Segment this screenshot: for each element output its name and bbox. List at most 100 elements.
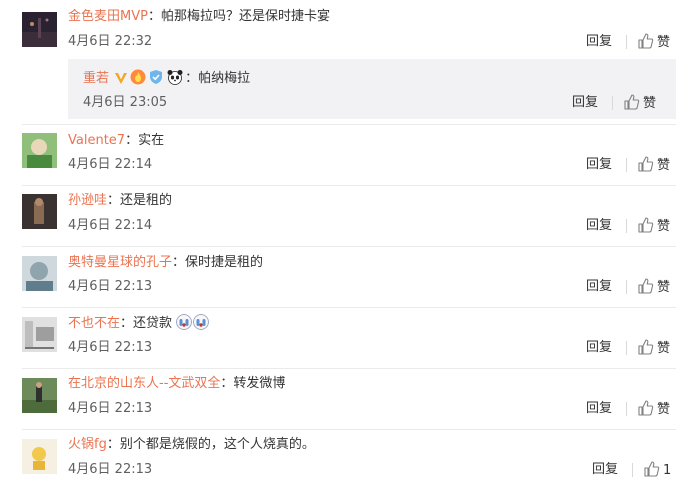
- comment-time: 4月6日 22:32: [68, 34, 153, 49]
- comment-item: 不也不在：还贷款 4月6日 22:13 回复 赞: [0, 308, 700, 368]
- sub-reply-text: 帕纳梅拉: [198, 71, 251, 86]
- colon: ：: [106, 437, 120, 452]
- reply-button[interactable]: 回复: [592, 461, 618, 479]
- shield-badge-icon: [150, 70, 163, 84]
- thumbs-up-icon: [624, 94, 640, 110]
- comment-time: 4月6日 22:13: [68, 401, 153, 416]
- comment-username[interactable]: 在北京的山东人--文武双全: [68, 376, 220, 391]
- thumbs-up-icon: [644, 461, 660, 477]
- sub-reply-time: 4月6日 23:05: [83, 95, 168, 110]
- avatar-image: [22, 256, 57, 291]
- reply-button[interactable]: 回复: [586, 217, 612, 235]
- comment-line: 不也不在：还贷款: [68, 314, 210, 333]
- like-label: 赞: [657, 402, 671, 417]
- comment-line: 火锅fg：别个都是烧假的，这个人烧真的。: [68, 436, 315, 454]
- comment-item: 奥特曼星球的孔子：保时捷是租的 4月6日 22:13 回复 赞: [0, 247, 700, 307]
- comment-username[interactable]: 火锅fg: [68, 437, 107, 452]
- comment-text: 别个都是烧假的，这个人烧真的。: [119, 437, 315, 452]
- like-button[interactable]: 1: [644, 461, 671, 480]
- comment-line: 在北京的山东人--文武双全：转发微博: [68, 375, 285, 393]
- avatar[interactable]: [22, 133, 57, 168]
- thumbs-up-icon: [638, 339, 654, 355]
- comment-text: 帕那梅拉吗？还是保时捷卡宴: [160, 9, 330, 24]
- thumbs-up-icon: [638, 217, 654, 233]
- thumbs-up-icon: [638, 278, 654, 294]
- reply-button[interactable]: 回复: [586, 33, 612, 51]
- like-count: 1: [663, 463, 672, 478]
- comment-time: 4月6日 22:13: [68, 340, 153, 355]
- thumbs-up-icon: [638, 400, 654, 416]
- like-label: 赞: [657, 219, 671, 234]
- like-button[interactable]: 赞: [638, 400, 670, 419]
- sub-reply-line: 重若 ：帕纳梅拉: [83, 69, 250, 88]
- avatar[interactable]: [22, 317, 57, 352]
- comment-line: Valente7：实在: [68, 132, 164, 150]
- avatar-image: [22, 317, 57, 352]
- comment-line: 孙逊哇：还是租的: [68, 192, 172, 210]
- comment-username[interactable]: Valente7: [68, 133, 125, 148]
- like-label: 赞: [657, 341, 671, 356]
- like-button[interactable]: 赞: [638, 339, 670, 358]
- comment-item: 在北京的山东人--文武双全：转发微博 4月6日 22:13 回复 赞: [0, 369, 700, 429]
- comment-line: 金色麦田MVP：帕那梅拉吗？还是保时捷卡宴: [68, 8, 330, 26]
- reply-button[interactable]: 回复: [586, 156, 612, 174]
- reply-button[interactable]: 回复: [586, 339, 612, 357]
- colon: ：: [107, 193, 121, 208]
- like-button[interactable]: 赞: [638, 156, 670, 175]
- action-separator: [626, 402, 627, 416]
- like-button[interactable]: 赞: [638, 33, 670, 52]
- action-separator: [626, 158, 627, 172]
- comment-username[interactable]: 金色麦田MVP: [68, 9, 148, 24]
- comment-username[interactable]: 奥特曼星球的孔子: [68, 255, 172, 270]
- comment-time: 4月6日 22:13: [68, 279, 153, 294]
- avatar[interactable]: [22, 256, 57, 291]
- reply-button[interactable]: 回复: [586, 278, 612, 296]
- comment-text: 保时捷是租的: [185, 255, 264, 270]
- action-separator: [612, 96, 613, 110]
- avatar-image: [22, 133, 57, 168]
- avatar-image: [22, 194, 57, 229]
- comment-line: 奥特曼星球的孔子：保时捷是租的: [68, 254, 263, 272]
- avatar[interactable]: [22, 12, 57, 47]
- action-separator: [626, 219, 627, 233]
- like-button[interactable]: 赞: [638, 278, 670, 297]
- sub-reply-like-button[interactable]: 赞: [624, 94, 656, 113]
- comment-username[interactable]: 不也不在: [68, 316, 120, 331]
- crying-face-emoji-icon: [176, 314, 193, 330]
- sub-reply-username[interactable]: 重若: [83, 71, 109, 86]
- colon: ：: [147, 9, 161, 24]
- reply-button[interactable]: 回复: [586, 400, 612, 418]
- avatar[interactable]: [22, 439, 57, 474]
- action-separator: [626, 341, 627, 355]
- comment-text: 还贷款: [133, 316, 173, 331]
- like-button[interactable]: 赞: [638, 217, 670, 236]
- avatar-image: [22, 439, 57, 474]
- sub-reply-reply-button[interactable]: 回复: [572, 94, 598, 112]
- like-label: 赞: [657, 158, 671, 173]
- colon: ：: [125, 133, 139, 148]
- comment-text: 实在: [138, 133, 165, 148]
- comment-item: 金色麦田MVP：帕那梅拉吗？还是保时捷卡宴 4月6日 22:32 回复 赞 重若…: [0, 0, 700, 125]
- panda-badge-icon: [167, 70, 183, 85]
- action-separator: [632, 463, 633, 477]
- sub-reply-box: 重若 ：帕纳梅拉 4月6日 23:05 回复 赞: [68, 59, 676, 119]
- comment-time: 4月6日 22:14: [68, 157, 153, 172]
- like-label: 赞: [657, 35, 671, 50]
- comment-item: 孙逊哇：还是租的 4月6日 22:14 回复 赞: [0, 186, 700, 246]
- comment-text: 转发微博: [233, 376, 286, 391]
- comment-username[interactable]: 孙逊哇: [68, 193, 107, 208]
- comment-time: 4月6日 22:14: [68, 218, 153, 233]
- comment-item: 火锅fg：别个都是烧假的，这个人烧真的。 4月6日 22:13 回复 1: [0, 430, 700, 485]
- avatar[interactable]: [22, 378, 57, 413]
- comment-text: 还是租的: [120, 193, 173, 208]
- action-separator: [626, 35, 627, 49]
- avatar[interactable]: [22, 194, 57, 229]
- comment-time: 4月6日 22:13: [68, 462, 153, 477]
- thumbs-up-icon: [638, 156, 654, 172]
- like-label: 赞: [643, 96, 657, 111]
- colon: ：: [185, 71, 199, 86]
- colon: ：: [172, 255, 186, 270]
- avatar-image: [22, 378, 57, 413]
- action-separator: [626, 280, 627, 294]
- colon: ：: [220, 376, 234, 391]
